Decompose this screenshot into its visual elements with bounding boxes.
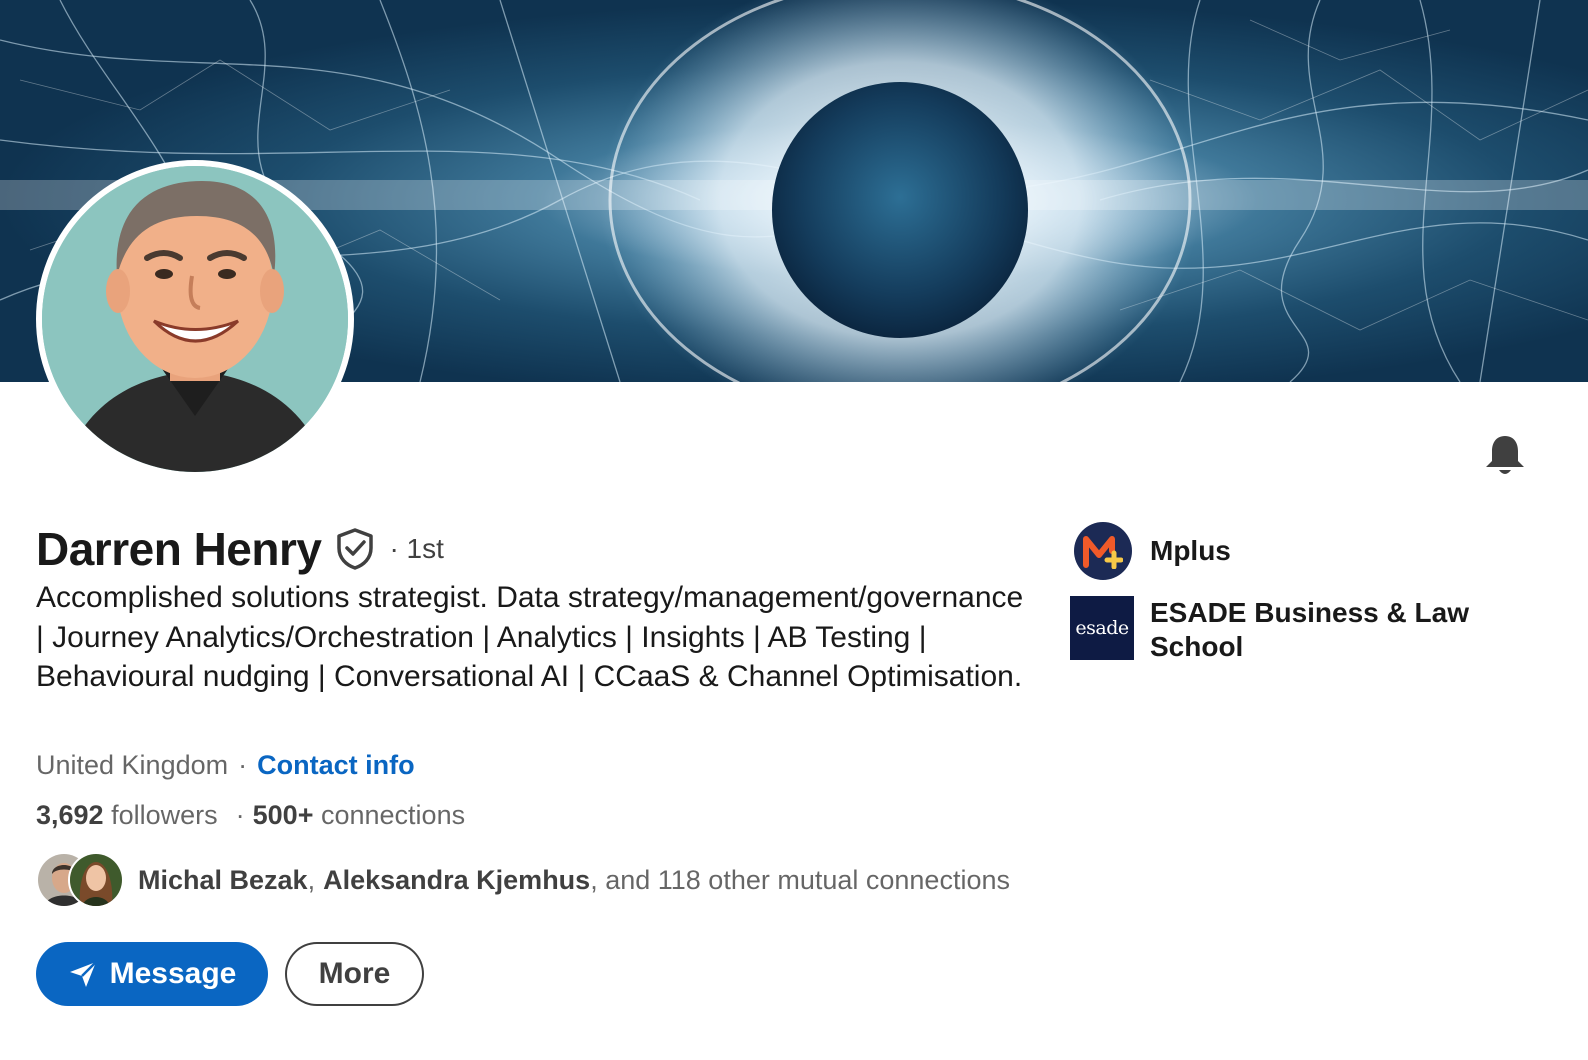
- notify-bell-button[interactable]: [1482, 432, 1528, 478]
- stats-row: 3,692 followers · 500+ connections: [36, 800, 465, 831]
- shield-check-icon[interactable]: [335, 527, 375, 571]
- mutual-avatars: [36, 852, 126, 908]
- esade-logo: esade: [1070, 596, 1134, 660]
- contact-info-link[interactable]: Contact info: [257, 750, 414, 781]
- followers-count: 3,692: [36, 800, 104, 830]
- mplus-logo: [1074, 522, 1132, 580]
- bell-icon: [1486, 436, 1524, 474]
- followers-label: followers: [111, 800, 218, 830]
- avatar-illustration: [42, 166, 348, 472]
- message-button-label: Message: [109, 957, 237, 990]
- profile-avatar[interactable]: [36, 160, 354, 478]
- mutual-connections-row[interactable]: Michal Bezak , Aleksandra Kjemhus , and …: [36, 852, 1010, 908]
- paper-plane-icon: [69, 961, 97, 987]
- mutual-name-1: Michal Bezak: [138, 864, 308, 895]
- connections-stat[interactable]: 500+ connections: [253, 800, 465, 831]
- separator-dot: ·: [238, 750, 248, 780]
- mutual-rest: , and 118 other mutual connections: [590, 864, 1010, 895]
- org-name: Mplus: [1150, 535, 1231, 566]
- profile-name: Darren Henry: [36, 523, 322, 575]
- mutual-avatar: [68, 852, 124, 908]
- mplus-logo-mark: [1083, 536, 1123, 569]
- connections-label: connections: [320, 800, 466, 830]
- followers-stat[interactable]: 3,692 followers: [36, 800, 218, 831]
- message-button[interactable]: Message: [36, 942, 268, 1006]
- org-item-mplus[interactable]: Mplus: [1070, 522, 1480, 580]
- org-item-esade[interactable]: esade ESADE Business & Law School: [1070, 596, 1480, 664]
- location-text: United Kingdom: [36, 750, 229, 780]
- more-button[interactable]: More: [285, 942, 424, 1006]
- profile-headline: Accomplished solutions strategist. Data …: [36, 581, 1024, 693]
- connection-degree: · 1st: [389, 533, 444, 564]
- name-row: Darren Henry · 1st: [36, 520, 444, 578]
- location-row: United Kingdom · Contact info: [36, 750, 415, 781]
- mutual-name-2: Aleksandra Kjemhus: [323, 864, 591, 895]
- org-name: ESADE Business & Law School: [1150, 597, 1469, 662]
- connections-count: 500+: [252, 800, 314, 830]
- separator-dot: ·: [235, 800, 245, 830]
- mutual-comma: ,: [307, 864, 316, 895]
